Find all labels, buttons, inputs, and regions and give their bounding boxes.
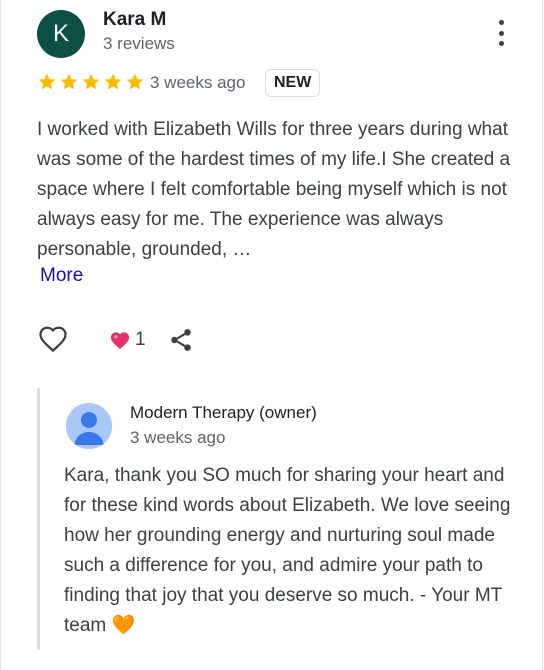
reaction-count: 1 xyxy=(135,329,146,350)
owner-avatar[interactable] xyxy=(66,403,112,449)
heart-reaction-icon[interactable] xyxy=(109,330,131,350)
reply-body: Kara, thank you SO much for sharing your… xyxy=(64,465,511,636)
owner-name: Modern Therapy (owner) xyxy=(130,403,317,422)
author-review-count: 3 reviews xyxy=(103,34,175,53)
star-icon xyxy=(82,73,100,90)
author-avatar[interactable]: K xyxy=(37,10,85,58)
heart-outline-icon xyxy=(39,326,67,353)
more-vert-icon xyxy=(498,20,504,25)
share-icon xyxy=(170,329,191,351)
reply-text: Kara, thank you SO much for sharing your… xyxy=(64,461,524,641)
like-button[interactable] xyxy=(37,325,69,355)
review-actions: 1 xyxy=(37,325,194,355)
review-text: I worked with Elizabeth Wills for three … xyxy=(37,119,511,260)
reply-date: 3 weeks ago xyxy=(130,428,226,447)
review-card: K Kara M 3 reviews 3 weeks ago NEW I wor… xyxy=(0,0,543,670)
more-options-button[interactable] xyxy=(489,18,513,48)
share-button[interactable] xyxy=(168,326,194,354)
author-initial: K xyxy=(52,20,69,47)
orange-heart-emoji: 🧡 xyxy=(111,615,136,636)
owner-reply: Modern Therapy (owner) 3 weeks ago Kara,… xyxy=(37,388,515,650)
author-name[interactable]: Kara M xyxy=(103,9,166,31)
star-rating xyxy=(37,72,145,92)
review-date: 3 weeks ago xyxy=(150,73,246,92)
star-icon xyxy=(126,73,144,90)
star-icon xyxy=(104,73,122,90)
star-icon xyxy=(38,73,56,90)
new-badge: NEW xyxy=(265,69,321,97)
more-link[interactable]: More xyxy=(40,265,83,287)
star-icon xyxy=(60,73,78,90)
person-avatar-icon xyxy=(66,403,112,449)
